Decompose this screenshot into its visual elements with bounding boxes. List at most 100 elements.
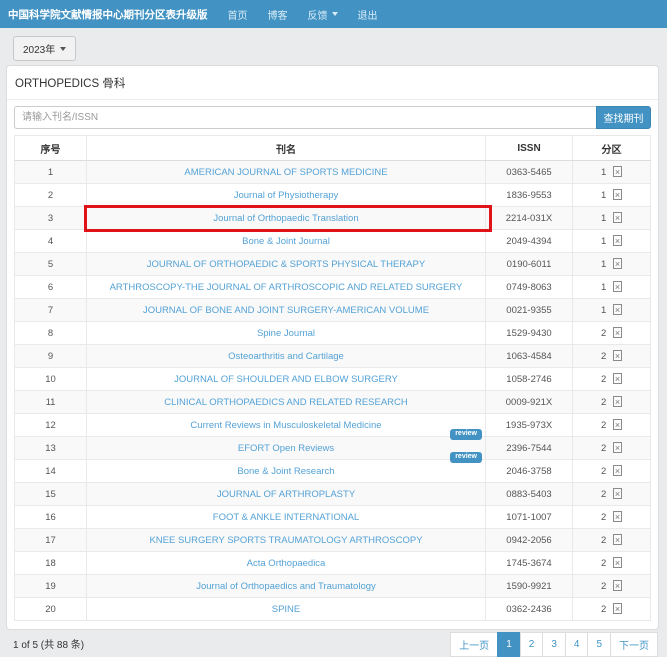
header-journal-name: 刊名	[87, 136, 486, 161]
nav-item-1[interactable]: 博客	[268, 7, 288, 22]
pagination-next-button[interactable]: 下一页	[610, 632, 658, 657]
journal-name-cell: ARTHROSCOPY-THE JOURNAL OF ARTHROSCOPIC …	[87, 276, 486, 299]
journal-link[interactable]: JOURNAL OF SHOULDER AND ELBOW SURGERY	[174, 374, 398, 385]
journal-link[interactable]: EFORT Open Reviews	[238, 443, 334, 454]
journal-name-cell: EFORT Open Reviews review	[87, 437, 486, 460]
zone-number: 1	[601, 167, 609, 178]
nav-links: 首页 博客 反馈 退出	[218, 7, 388, 22]
year-toolbar: 2023年	[0, 28, 667, 65]
table-row: 15 JOURNAL OF ARTHROPLASTY 0883-5403 2	[15, 483, 651, 506]
zone-cell: 2	[573, 368, 651, 391]
table-row: 19 Journal of Orthopaedics and Traumatol…	[15, 575, 651, 598]
journal-link[interactable]: Current Reviews in Musculoskeletal Medic…	[190, 420, 381, 431]
search-button[interactable]: 查找期刊	[596, 106, 651, 129]
journal-link[interactable]: Bone & Joint Research	[237, 466, 334, 477]
table-header-row: 序号 刊名 ISSN 分区	[15, 136, 651, 161]
issn-value: 0009-921X	[486, 391, 573, 414]
journal-table-body: 1 AMERICAN JOURNAL OF SPORTS MEDICINE 03…	[15, 161, 651, 621]
journal-link[interactable]: KNEE SURGERY SPORTS TRAUMATOLOGY ARTHROS…	[149, 535, 422, 546]
issn-value: 1063-4584	[486, 345, 573, 368]
zone-cell: 1	[573, 161, 651, 184]
table-row: 16 FOOT & ANKLE INTERNATIONAL 1071-1007 …	[15, 506, 651, 529]
broken-image-icon	[613, 304, 622, 315]
issn-value: 2396-7544	[486, 437, 573, 460]
issn-value: 1836-9553	[486, 184, 573, 207]
journal-link[interactable]: Journal of Orthopaedics and Traumatology	[196, 581, 376, 592]
issn-value: 0362-2436	[486, 598, 573, 621]
zone-number: 2	[601, 489, 609, 500]
pagination: 上一页12345下一页	[451, 632, 658, 657]
review-badge: review	[450, 429, 482, 440]
row-number: 7	[15, 299, 87, 322]
journal-link[interactable]: Journal of Orthopaedic Translation	[213, 213, 358, 224]
journal-link[interactable]: FOOT & ANKLE INTERNATIONAL	[213, 512, 359, 523]
broken-image-icon	[613, 350, 622, 361]
broken-image-icon	[613, 511, 622, 522]
pagination-page-4[interactable]: 4	[565, 632, 589, 657]
zone-cell: 1	[573, 230, 651, 253]
zone-cell: 1	[573, 299, 651, 322]
issn-value: 1529-9430	[486, 322, 573, 345]
search-input[interactable]	[14, 106, 596, 129]
broken-image-icon	[613, 166, 622, 177]
issn-value: 0883-5403	[486, 483, 573, 506]
zone-number: 2	[601, 351, 609, 362]
row-number: 16	[15, 506, 87, 529]
zone-number: 1	[601, 236, 609, 247]
journal-link[interactable]: CLINICAL ORTHOPAEDICS AND RELATED RESEAR…	[164, 397, 408, 408]
nav-item-3[interactable]: 退出	[358, 7, 378, 22]
zone-number: 2	[601, 581, 609, 592]
site-brand[interactable]: 中国科学院文献情报中心期刊分区表升级版	[8, 7, 208, 22]
zone-number: 2	[601, 420, 609, 431]
nav-item-2[interactable]: 反馈	[308, 7, 338, 22]
zone-number: 1	[601, 282, 609, 293]
broken-image-icon	[613, 189, 622, 200]
zone-cell: 1	[573, 207, 651, 230]
zone-cell: 2	[573, 437, 651, 460]
journal-link[interactable]: Osteoarthritis and Cartilage	[228, 351, 344, 362]
zone-cell: 2	[573, 391, 651, 414]
journal-link[interactable]: JOURNAL OF BONE AND JOINT SURGERY-AMERIC…	[143, 305, 429, 316]
row-number: 11	[15, 391, 87, 414]
broken-image-icon	[613, 373, 622, 384]
journal-link[interactable]: Bone & Joint Journal	[242, 236, 330, 247]
row-number: 20	[15, 598, 87, 621]
zone-cell: 2	[573, 506, 651, 529]
journal-name-cell: FOOT & ANKLE INTERNATIONAL	[87, 506, 486, 529]
journal-name-cell: Osteoarthritis and Cartilage	[87, 345, 486, 368]
journal-link[interactable]: Acta Orthopaedica	[247, 558, 326, 569]
zone-number: 2	[601, 397, 609, 408]
pagination-page-3[interactable]: 3	[542, 632, 566, 657]
journal-name-cell: Journal of Physiotherapy	[87, 184, 486, 207]
row-number: 4	[15, 230, 87, 253]
broken-image-icon	[613, 442, 622, 453]
issn-value: 2049-4394	[486, 230, 573, 253]
header-number: 序号	[15, 136, 87, 161]
journal-link[interactable]: SPINE	[272, 604, 301, 615]
journal-link[interactable]: Journal of Physiotherapy	[234, 190, 339, 201]
broken-image-icon	[613, 258, 622, 269]
journal-name-cell: SPINE	[87, 598, 486, 621]
pagination-page-1[interactable]: 1	[497, 632, 521, 657]
broken-image-icon	[613, 465, 622, 476]
pagination-page-2[interactable]: 2	[520, 632, 544, 657]
broken-image-icon	[613, 396, 622, 407]
year-dropdown-button[interactable]: 2023年	[13, 36, 76, 61]
zone-cell: 2	[573, 414, 651, 437]
journal-link[interactable]: JOURNAL OF ORTHOPAEDIC & SPORTS PHYSICAL…	[147, 259, 425, 270]
review-badge: review	[450, 452, 482, 463]
table-row: 12 Current Reviews in Musculoskeletal Me…	[15, 414, 651, 437]
zone-cell: 2	[573, 529, 651, 552]
journal-link[interactable]: JOURNAL OF ARTHROPLASTY	[217, 489, 355, 500]
journal-name-cell: Bone & Joint Research	[87, 460, 486, 483]
journal-list-panel: ORTHOPEDICS 骨科 查找期刊 序号 刊名 ISSN 分区 1 AMER…	[6, 65, 659, 630]
chevron-down-icon	[332, 12, 338, 16]
pagination-page-5[interactable]: 5	[587, 632, 611, 657]
zone-cell: 2	[573, 460, 651, 483]
nav-item-0[interactable]: 首页	[228, 7, 248, 22]
zone-number: 2	[601, 558, 609, 569]
journal-link[interactable]: Spine Journal	[257, 328, 315, 339]
journal-link[interactable]: AMERICAN JOURNAL OF SPORTS MEDICINE	[184, 167, 387, 178]
pagination-prev-button[interactable]: 上一页	[450, 632, 498, 657]
journal-link[interactable]: ARTHROSCOPY-THE JOURNAL OF ARTHROSCOPIC …	[110, 282, 463, 293]
